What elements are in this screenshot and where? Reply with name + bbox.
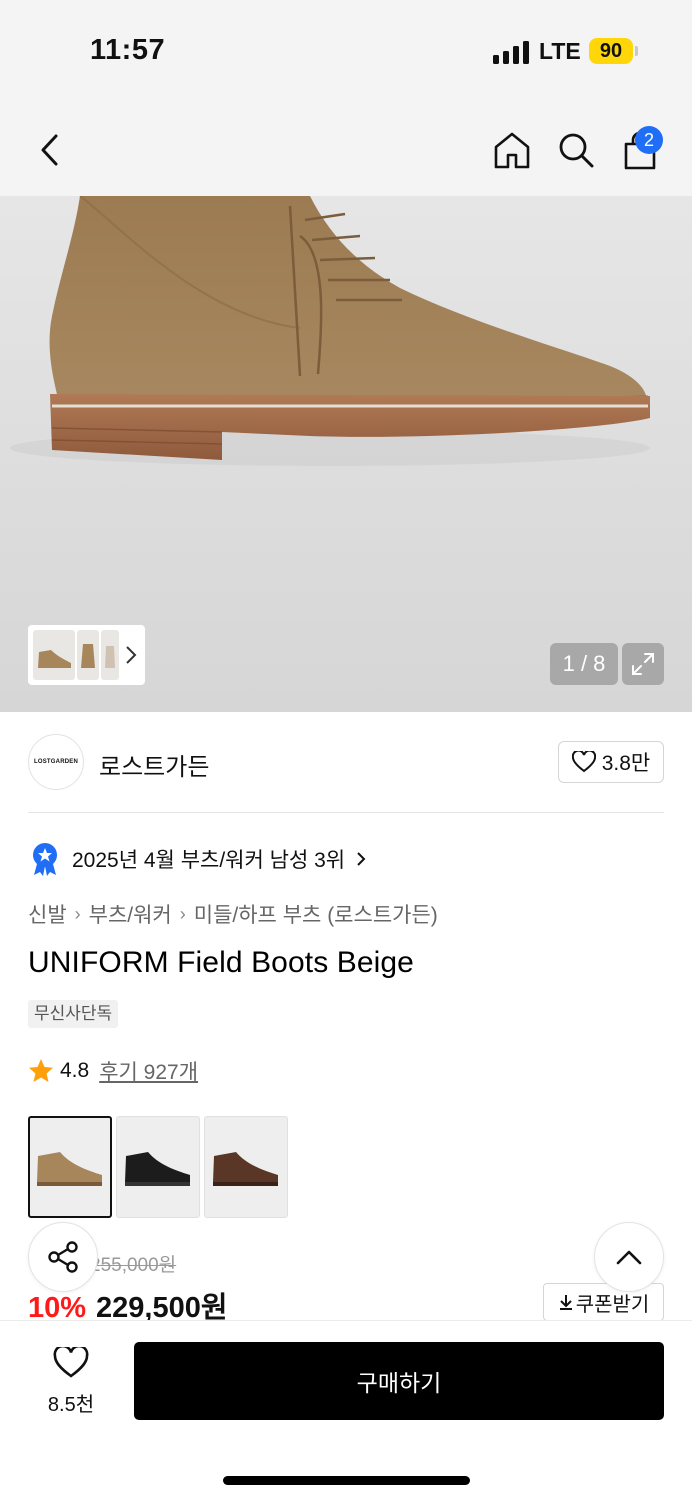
- scroll-to-top-button[interactable]: [594, 1222, 664, 1292]
- gallery-thumbnail[interactable]: [33, 630, 75, 680]
- boot-thumbnail-icon: [38, 650, 71, 668]
- heart-icon: [53, 1344, 89, 1378]
- expand-icon: [632, 653, 654, 675]
- original-price: 255,000원: [90, 1255, 177, 1276]
- gallery-thumbnail[interactable]: [77, 630, 99, 680]
- breadcrumb-item[interactable]: 미들/하프 부츠 (로스트가든): [194, 899, 438, 929]
- cart-count-badge: 2: [635, 126, 663, 154]
- gallery-thumbnail[interactable]: [101, 630, 119, 680]
- ranking-link[interactable]: 2025년 4월 부츠/워커 남성 3위: [30, 842, 367, 876]
- brand-name[interactable]: 로스트가든: [99, 747, 209, 782]
- breadcrumb-item[interactable]: 신발: [28, 899, 67, 929]
- wishlist-count: 8.5천: [47, 1394, 95, 1416]
- star-icon: [29, 1059, 53, 1082]
- ranking-badge-icon: [33, 843, 57, 876]
- home-indicator: [223, 1476, 470, 1485]
- search-button[interactable]: [552, 126, 600, 174]
- search-icon: [559, 133, 594, 168]
- chevron-right-icon: ›: [74, 903, 81, 924]
- boot-swatch-image: [125, 1152, 190, 1186]
- home-icon: [494, 132, 530, 169]
- color-option-black[interactable]: [116, 1116, 200, 1218]
- back-button[interactable]: [28, 128, 72, 172]
- breadcrumb: 신발 › 부츠/워커 › 미들/하프 부츠 (로스트가든): [28, 899, 438, 929]
- network-label: LTE: [539, 38, 581, 64]
- chevron-right-icon: [126, 646, 137, 664]
- chevron-right-icon: ›: [179, 903, 186, 924]
- boot-thumbnail-icon: [81, 644, 95, 668]
- brand-like-count: 3.8만: [601, 752, 651, 775]
- boot-thumbnail-icon: [105, 646, 115, 668]
- bottom-action-bar: 8.5천 구매하기: [0, 1320, 692, 1500]
- heart-icon: [571, 751, 596, 773]
- ranking-text: 2025년 4월 부츠/워커 남성 3위: [72, 849, 346, 872]
- gallery-page-counter: 1 / 8: [550, 643, 618, 685]
- status-time: 11:57: [90, 34, 166, 66]
- product-title: UNIFORM Field Boots Beige: [28, 946, 414, 979]
- rating-score: 4.8: [60, 1059, 90, 1082]
- signal-icon: [493, 40, 529, 64]
- chevron-left-icon: [41, 134, 58, 166]
- exclusive-tag: 무신사단독: [28, 1000, 119, 1028]
- coupon-button[interactable]: 쿠폰받기: [543, 1283, 664, 1321]
- battery-tip: [635, 46, 638, 56]
- download-icon: [559, 1295, 572, 1310]
- share-button[interactable]: [28, 1222, 98, 1292]
- share-icon: [48, 1241, 78, 1273]
- gallery-thumbnail-strip[interactable]: [28, 625, 145, 685]
- brand-like-button[interactable]: 3.8만: [558, 741, 664, 783]
- status-bar: 11:57 LTE 90: [0, 0, 692, 100]
- wishlist-button[interactable]: 8.5천: [36, 1344, 106, 1417]
- divider: [28, 812, 664, 813]
- chevron-right-icon: [357, 852, 366, 866]
- chevron-up-icon: [616, 1250, 642, 1265]
- boot-swatch-image: [37, 1152, 102, 1186]
- color-option-brown[interactable]: [204, 1116, 288, 1218]
- boot-swatch-image: [213, 1152, 278, 1186]
- expand-button[interactable]: [622, 643, 664, 685]
- top-nav: [0, 100, 692, 196]
- brand-logo[interactable]: LOSTGARDEN: [28, 734, 84, 790]
- product-image-gallery[interactable]: 1 / 8: [0, 196, 692, 712]
- coupon-label: 쿠폰받기: [575, 1293, 650, 1316]
- color-option-beige[interactable]: [28, 1116, 112, 1218]
- buy-button[interactable]: 구매하기: [134, 1342, 664, 1420]
- breadcrumb-item[interactable]: 부츠/워커: [89, 899, 172, 929]
- review-count-link[interactable]: 후기 927개: [99, 1056, 198, 1086]
- home-button[interactable]: [488, 126, 536, 174]
- battery-icon: 90: [589, 38, 633, 64]
- rating-row: 4.8 후기 927개: [28, 1056, 198, 1086]
